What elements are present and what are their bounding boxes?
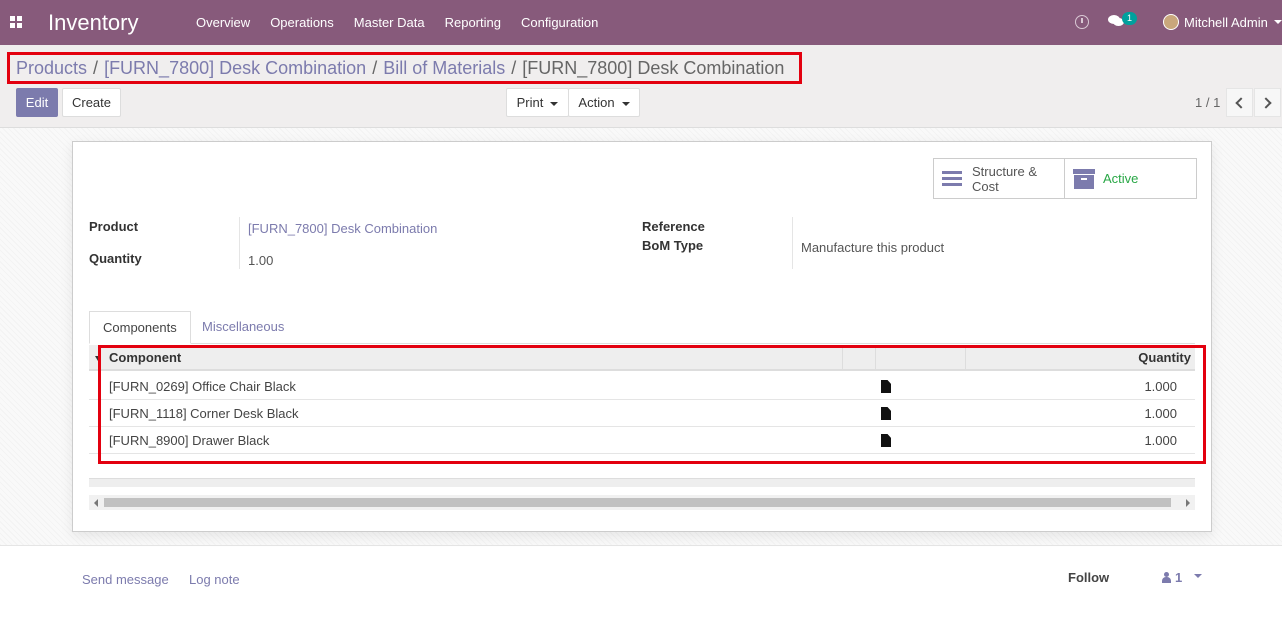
tab-components[interactable]: Components bbox=[89, 311, 191, 344]
field-divider bbox=[239, 217, 240, 269]
menu-reporting[interactable]: Reporting bbox=[435, 0, 511, 45]
caret-down-icon bbox=[550, 101, 559, 106]
log-note-link[interactable]: Log note bbox=[189, 572, 240, 587]
apps-menu-icon[interactable] bbox=[10, 16, 22, 28]
followers-count: 1 bbox=[1175, 570, 1183, 585]
bom-type-label: BoM Type bbox=[642, 238, 704, 253]
action-dropdown[interactable]: Action bbox=[568, 88, 640, 117]
quantity-value: 1.00 bbox=[248, 253, 274, 268]
structure-cost-line1: Structure & bbox=[972, 163, 1038, 179]
bars-icon bbox=[942, 170, 962, 187]
menu-overview[interactable]: Overview bbox=[186, 0, 260, 45]
menu-operations[interactable]: Operations bbox=[260, 0, 344, 45]
edit-button[interactable]: Edit bbox=[16, 88, 58, 117]
horizontal-scrollbar[interactable] bbox=[89, 495, 1195, 510]
form-sheet: Structure & Cost Active Product [FURN_78… bbox=[72, 141, 1212, 532]
menu-configuration[interactable]: Configuration bbox=[511, 0, 608, 45]
user-menu-caret-icon[interactable] bbox=[1274, 20, 1282, 24]
chevron-left-icon bbox=[1235, 97, 1247, 109]
top-navbar: Inventory Overview Operations Master Dat… bbox=[0, 0, 1282, 45]
pager-value[interactable]: 1 / 1 bbox=[1195, 95, 1220, 110]
message-count-badge: 1 bbox=[1122, 12, 1137, 25]
tab-miscellaneous[interactable]: Miscellaneous bbox=[189, 311, 297, 344]
structure-cost-label: Structure & Cost bbox=[972, 164, 1037, 194]
table-footer bbox=[89, 478, 1195, 487]
reference-label: Reference bbox=[642, 219, 705, 234]
send-message-link[interactable]: Send message bbox=[82, 572, 169, 587]
active-label: Active bbox=[1103, 171, 1139, 186]
user-icon bbox=[1162, 572, 1171, 583]
quantity-label: Quantity bbox=[89, 251, 142, 266]
main-menu: Overview Operations Master Data Reportin… bbox=[186, 0, 608, 45]
print-dropdown[interactable]: Print bbox=[506, 88, 569, 117]
bom-type-value[interactable]: Manufacture this product bbox=[801, 240, 944, 255]
action-label: Action bbox=[578, 95, 615, 110]
caret-down-icon bbox=[621, 101, 630, 106]
notebook-tabs: Components Miscellaneous bbox=[89, 311, 1195, 344]
product-value-link[interactable]: [FURN_7800] Desk Combination bbox=[248, 221, 437, 236]
create-button[interactable]: Create bbox=[62, 88, 121, 117]
user-menu[interactable]: Mitchell Admin bbox=[1184, 15, 1268, 30]
breadcrumb-highlight-box bbox=[7, 52, 802, 84]
active-toggle-button[interactable]: Active bbox=[1065, 159, 1196, 198]
archive-icon bbox=[1073, 168, 1095, 189]
scroll-right-icon[interactable] bbox=[1186, 499, 1190, 507]
pager-next-button[interactable] bbox=[1254, 88, 1281, 117]
follow-button[interactable]: Follow bbox=[1068, 570, 1109, 585]
app-title[interactable]: Inventory bbox=[48, 10, 139, 36]
activity-clock-icon[interactable] bbox=[1075, 15, 1089, 29]
print-label: Print bbox=[516, 95, 544, 110]
chevron-right-icon bbox=[1260, 97, 1272, 109]
followers-caret-icon[interactable] bbox=[1194, 574, 1202, 578]
smart-button-box: Structure & Cost Active bbox=[933, 158, 1197, 199]
scrollbar-thumb[interactable] bbox=[104, 498, 1171, 507]
user-avatar[interactable] bbox=[1163, 14, 1179, 30]
product-label: Product bbox=[89, 219, 139, 234]
followers-button[interactable]: 1 bbox=[1162, 570, 1182, 585]
pager-previous-button[interactable] bbox=[1226, 88, 1253, 117]
structure-cost-button[interactable]: Structure & Cost bbox=[934, 159, 1065, 198]
menu-master-data[interactable]: Master Data bbox=[344, 0, 435, 45]
field-divider bbox=[792, 217, 793, 269]
scroll-left-icon[interactable] bbox=[94, 499, 98, 507]
components-highlight-box bbox=[98, 345, 1206, 464]
structure-cost-line2: Cost bbox=[972, 178, 999, 194]
